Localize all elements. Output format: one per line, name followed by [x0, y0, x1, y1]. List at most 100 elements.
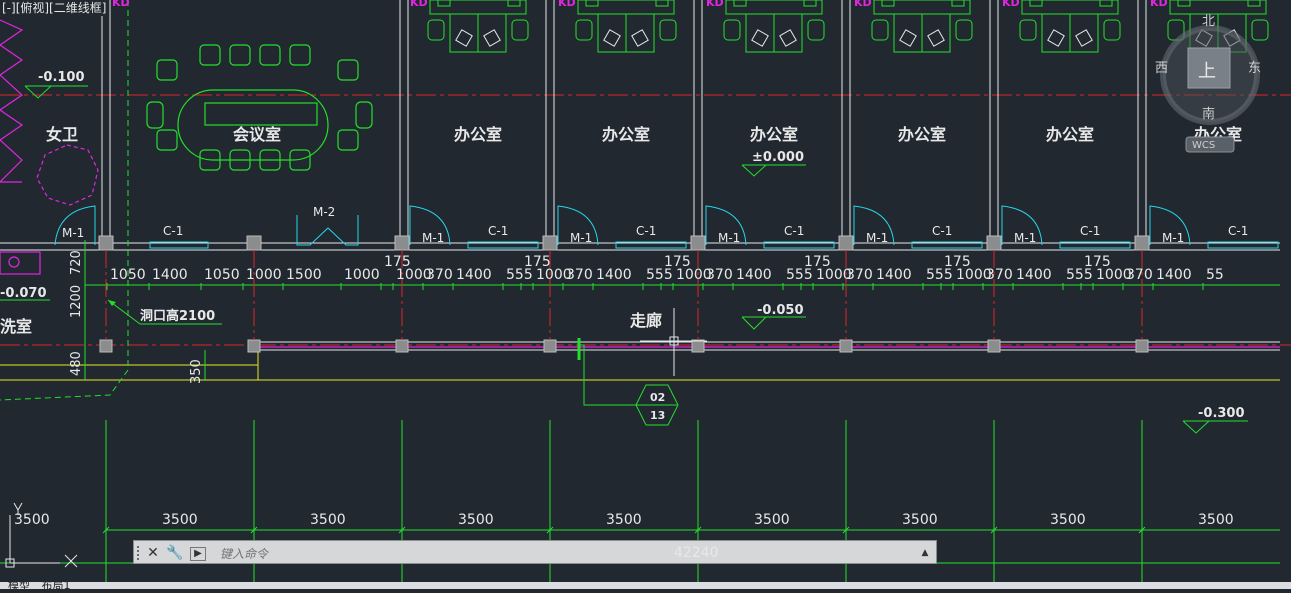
- door-label-m1: M-1: [62, 226, 84, 240]
- column: [98, 235, 114, 251]
- tab-layout1[interactable]: 布局1: [42, 582, 71, 589]
- cad-drawing[interactable]: 办公室 M-1 C-1 KD 办公室 M-1 C-1 KD 办公室 M-1 C-1 KD 办公室 M-1 C…: [0, 0, 1291, 589]
- kd-label: KD: [410, 0, 428, 9]
- meeting-chair: [156, 129, 178, 151]
- close-icon[interactable]: ✕: [144, 544, 162, 562]
- opening-note: 洞口高2100: [107, 299, 222, 325]
- column: [395, 339, 409, 353]
- grip-handle[interactable]: [137, 546, 143, 560]
- window-label-c1: C-1: [636, 224, 656, 238]
- dimension-label: 3500: [162, 512, 198, 528]
- desk: [873, 0, 971, 15]
- desk: [1021, 0, 1119, 15]
- dimension-label: 3500: [310, 512, 346, 528]
- partitions: [101, 0, 1147, 236]
- wcs-label: WCS: [1192, 140, 1215, 151]
- viewport-label[interactable]: [-][俯视][二维线框]: [0, 0, 109, 16]
- chair: [1099, 0, 1113, 7]
- chair: [807, 19, 825, 41]
- room-meeting: 会议室: [233, 125, 281, 144]
- dimension-label: 1050: [110, 267, 146, 283]
- svg-text:-0.100: -0.100: [38, 70, 85, 85]
- chair: [871, 19, 889, 41]
- door-label-m1: M-1: [1162, 231, 1184, 245]
- chair: [603, 29, 621, 47]
- svg-text:-0.070: -0.070: [0, 286, 47, 301]
- dimension-label: 3500: [606, 512, 642, 528]
- room-office: 办公室: [750, 125, 798, 144]
- chair: [455, 29, 473, 47]
- window-label-c1: C-1: [1080, 224, 1100, 238]
- kd-label: KD: [854, 0, 872, 9]
- dimension-label: 55: [1206, 267, 1224, 283]
- window-label-c1: C-1: [488, 224, 508, 238]
- chair: [927, 29, 945, 47]
- chair: [955, 19, 973, 41]
- room-corridor: 走廊: [629, 311, 662, 330]
- chair: [751, 29, 769, 47]
- chair: [723, 19, 741, 41]
- column: [691, 339, 705, 353]
- dimension-label: 1000: [246, 267, 282, 283]
- kd-label: KD: [1002, 0, 1020, 9]
- meeting-chair: [355, 101, 373, 129]
- room-toilet: 女卫: [46, 125, 78, 144]
- door-label-m1: M-1: [570, 231, 592, 245]
- chair: [951, 0, 965, 7]
- chair: [659, 19, 677, 41]
- kd-label: KD: [1150, 0, 1168, 9]
- meeting-chair: [156, 59, 178, 81]
- window-label-c1: C-1: [932, 224, 952, 238]
- svg-text:02: 02: [650, 391, 665, 404]
- viewcube-south: 南: [1202, 106, 1215, 122]
- dimension-label: 1400: [1156, 267, 1192, 283]
- prompt-icon[interactable]: ▶: [190, 547, 206, 561]
- elevation-mark-5: -0.300: [1182, 406, 1248, 434]
- dimension-label: 370: [1126, 267, 1153, 283]
- wrench-icon[interactable]: 🔧: [166, 544, 184, 562]
- door-label-m1: M-1: [422, 231, 444, 245]
- window-label-c1: C-1: [163, 224, 183, 238]
- command-line[interactable]: ✕ 🔧 ▶ 42240 ▲: [133, 540, 937, 564]
- room-office: 办公室: [602, 125, 650, 144]
- drawing-canvas[interactable]: 办公室 M-1 C-1 KD 办公室 M-1 C-1 KD 办公室 M-1 C-1 KD 办公室 M-1 C…: [0, 0, 1291, 589]
- column: [247, 339, 261, 353]
- viewcube-north: 北: [1202, 14, 1215, 29]
- chair: [1075, 29, 1093, 47]
- room-office: 办公室: [1046, 125, 1094, 144]
- svg-text:-0.050: -0.050: [757, 303, 804, 318]
- meeting-chair: [289, 44, 311, 66]
- meeting-chair: [229, 44, 251, 66]
- chair: [1103, 19, 1121, 41]
- layout-tabs: 模型 布局1: [0, 582, 1291, 589]
- dimension-label: 1400: [876, 267, 912, 283]
- meeting-chairs: [146, 44, 373, 171]
- dimension-label: 1400: [736, 267, 772, 283]
- meeting-chair: [199, 44, 221, 66]
- chevron-up-icon[interactable]: ▲: [918, 544, 932, 562]
- column: [394, 235, 410, 251]
- elevation-mark-3: ±0.000: [741, 150, 806, 177]
- door-label-m1: M-1: [1014, 231, 1036, 245]
- dimension-label: 1000: [344, 267, 380, 283]
- column: [839, 339, 853, 353]
- dimension-label: 370: [986, 267, 1013, 283]
- column: [246, 235, 262, 251]
- toilet-fixture: [36, 144, 99, 206]
- chair: [899, 29, 917, 47]
- tab-model[interactable]: 模型: [8, 582, 30, 589]
- column: [987, 339, 1001, 353]
- command-input[interactable]: [218, 544, 922, 564]
- dimension-label: 3500: [14, 512, 50, 528]
- column: [838, 235, 854, 251]
- columns: [98, 235, 1150, 353]
- dimension-label: 3500: [902, 512, 938, 528]
- chair: [803, 0, 817, 7]
- meeting-chair: [259, 44, 281, 66]
- dimension-label: 370: [706, 267, 733, 283]
- door-label-m1: M-1: [718, 231, 740, 245]
- column: [690, 235, 706, 251]
- chair: [483, 29, 501, 47]
- kd-label: KD: [112, 0, 130, 9]
- chair: [437, 0, 451, 7]
